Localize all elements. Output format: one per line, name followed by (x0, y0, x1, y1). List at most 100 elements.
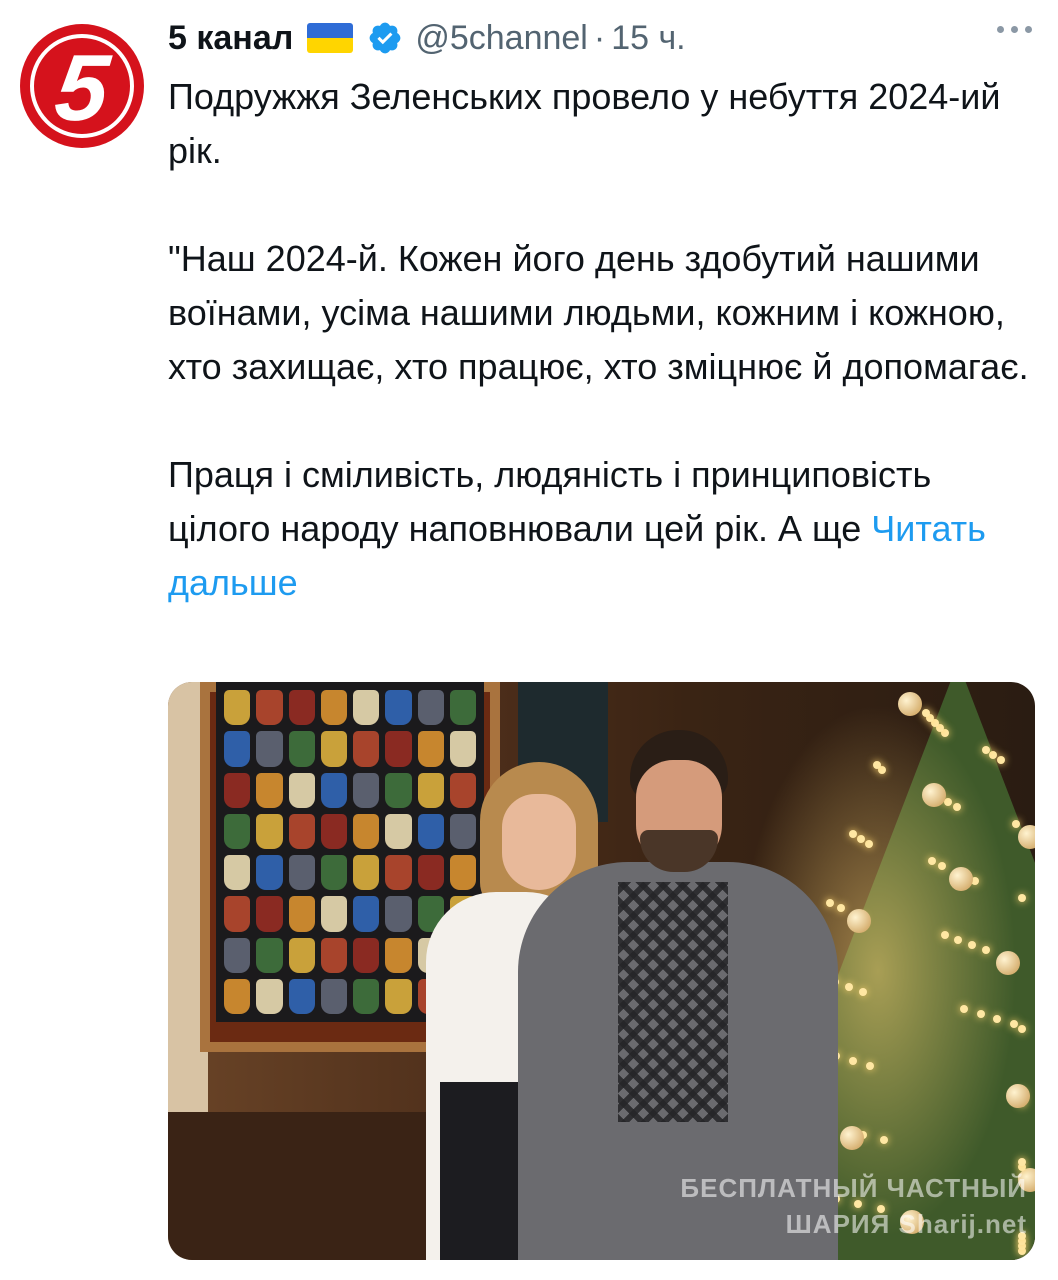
photo-tree-light (826, 899, 834, 907)
author-handle[interactable]: @5channel (415, 19, 588, 58)
watermark-line: БЕСПЛАТНЫЙ ЧАСТНЫЙ (680, 1173, 1027, 1203)
photo-patch (353, 813, 380, 849)
photo-patch (449, 731, 476, 767)
verified-badge-icon[interactable] (367, 20, 403, 56)
photo-tree-light (873, 761, 881, 769)
photo-tree-light (859, 988, 867, 996)
photo-tree-light (1018, 1025, 1026, 1033)
photo-tree-light (866, 1062, 874, 1070)
photo-tree-light (968, 941, 976, 949)
photo-patch (256, 855, 283, 891)
photo-patch (353, 690, 380, 726)
tweet-paragraph: Праця і сміливість, людяність і принципо… (168, 448, 1038, 610)
photo-tree-light (1012, 820, 1020, 828)
photo-tree-light (880, 1136, 888, 1144)
photo-patch (449, 690, 476, 726)
photo-patch (417, 772, 444, 808)
photo-tree-light (922, 709, 930, 717)
photo-patch (385, 978, 412, 1014)
tweet[interactable]: 5 5 канал @5channel · 15 ч. Подружжя Зел… (0, 0, 1058, 1280)
photo-tree-light (928, 857, 936, 865)
photo-patch (256, 896, 283, 932)
photo-shirt-embroidery (618, 882, 728, 1122)
photo-patch (288, 937, 315, 973)
photo-patch (320, 896, 347, 932)
photo-patch (224, 731, 251, 767)
photo-watermark: БЕСПЛАТНЫЙ ЧАСТНЫЙ ШАРИЯ Sharij.net (680, 1170, 1027, 1242)
photo-patch (288, 772, 315, 808)
photo-patch (353, 978, 380, 1014)
photo-patch (320, 937, 347, 973)
photo-patch (417, 855, 444, 891)
photo-patch (288, 855, 315, 891)
tweet-paragraph: Подружжя Зеленських провело у небуття 20… (168, 76, 1001, 171)
photo-tree-light (845, 983, 853, 991)
photo-patch (353, 937, 380, 973)
photo-patch (353, 731, 380, 767)
photo-patch (256, 937, 283, 973)
photo-patch (224, 855, 251, 891)
photo-patch (224, 772, 251, 808)
photo-patch (224, 937, 251, 973)
photo-patch (385, 772, 412, 808)
photo-patch (449, 813, 476, 849)
avatar[interactable]: 5 (20, 24, 144, 148)
photo-patch (353, 896, 380, 932)
photo-tree-light (997, 756, 1005, 764)
photo-tree-light (938, 862, 946, 870)
photo-patch (320, 731, 347, 767)
photo-patch (288, 896, 315, 932)
photo-tree-ornament (1018, 825, 1035, 849)
photo-woman-face (502, 794, 576, 890)
photo-patch (385, 896, 412, 932)
more-horizontal-icon[interactable] (997, 26, 1032, 33)
photo-tree-ornament (949, 867, 973, 891)
photo-patch (320, 690, 347, 726)
tweet-text: Подружжя Зеленських провело у небуття 20… (168, 70, 1038, 610)
photo-tree-light (953, 803, 961, 811)
photo-patch (449, 772, 476, 808)
photo-patch (320, 813, 347, 849)
photo-tree-ornament (898, 692, 922, 716)
photo-patch (385, 813, 412, 849)
photo-tree-ornament (1006, 1084, 1030, 1108)
tweet-header: 5 канал @5channel · 15 ч. (168, 14, 686, 62)
photo-patch (320, 855, 347, 891)
photo-tree-light (1010, 1020, 1018, 1028)
photo-patch (385, 937, 412, 973)
photo-patch (256, 731, 283, 767)
watermark-line: ШАРИЯ Sharij.net (785, 1209, 1027, 1239)
photo-patch (353, 772, 380, 808)
photo-tree-light (849, 1057, 857, 1065)
tweet-timestamp[interactable]: 15 ч. (611, 19, 685, 58)
photo-tree-light (977, 1010, 985, 1018)
photo-patch (288, 731, 315, 767)
photo-patch (288, 813, 315, 849)
photo-tree-light (954, 936, 962, 944)
photo-patch (417, 813, 444, 849)
photo-patch (256, 690, 283, 726)
photo-patch (288, 690, 315, 726)
avatar-logo-text: 5 (50, 35, 114, 140)
author-display-name[interactable]: 5 канал (168, 19, 293, 58)
photo-tree-light (1018, 894, 1026, 902)
photo-patch (256, 978, 283, 1014)
photo-tree-light (849, 830, 857, 838)
photo-patch (353, 855, 380, 891)
photo-tree-light (982, 746, 990, 754)
photo-patch (224, 690, 251, 726)
photo-patch (320, 772, 347, 808)
separator-dot: · (593, 18, 606, 57)
photo-tree-light (982, 946, 990, 954)
ukraine-flag-icon (307, 23, 354, 53)
photo-tree-ornament (840, 1126, 864, 1150)
photo-tree-ornament (996, 951, 1020, 975)
photo-tree-light (837, 904, 845, 912)
photo-patch (224, 896, 251, 932)
tweet-photo[interactable]: БЕСПЛАТНЫЙ ЧАСТНЫЙ ШАРИЯ Sharij.net (168, 682, 1035, 1260)
photo-tree-light (857, 835, 865, 843)
tweet-paragraph: "Наш 2024-й. Кожен його день здобутий на… (168, 238, 1029, 387)
photo-tree-light (941, 931, 949, 939)
photo-patch (288, 978, 315, 1014)
tweet-paragraph-text: Праця і сміливість, людяність і принципо… (168, 454, 932, 549)
